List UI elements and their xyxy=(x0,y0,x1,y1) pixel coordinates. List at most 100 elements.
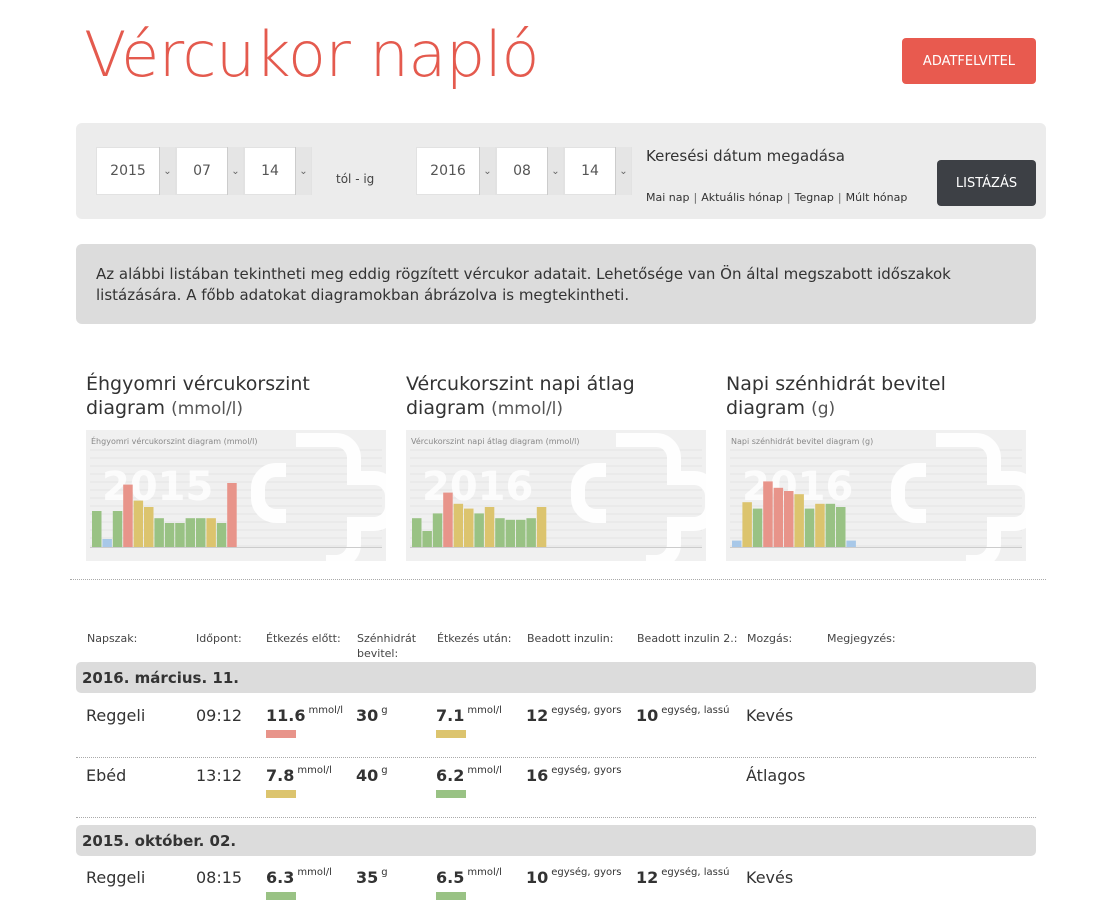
chart-bar xyxy=(526,518,536,547)
range-label: tól - ig xyxy=(336,172,375,186)
chart-bar xyxy=(732,540,742,547)
to-day-select[interactable]: 14 ⌄ xyxy=(564,147,632,195)
chart-bar xyxy=(196,518,206,547)
chart-bar xyxy=(154,518,164,547)
chart-title: Vércukorszint napi átlag diagram (mmol/l… xyxy=(406,373,635,419)
chevron-down-icon: ⌄ xyxy=(159,147,175,195)
chart-thumbnail[interactable]: 2016 Napi szénhidrát bevitel diagram (g) xyxy=(726,430,1026,561)
chart-bar xyxy=(92,511,102,547)
link-last-month[interactable]: Múlt hónap xyxy=(846,191,908,204)
chart-svg: 2016Napi szénhidrát bevitel diagram (g) xyxy=(730,433,1026,561)
from-day-value: 14 xyxy=(261,163,279,179)
list-button[interactable]: LISTÁZÁS xyxy=(937,160,1036,206)
link-today[interactable]: Mai nap xyxy=(646,191,689,204)
level-bar xyxy=(266,892,296,900)
cell-napszak: Ebéd xyxy=(86,766,127,785)
to-year-select[interactable]: 2016 ⌄ xyxy=(416,147,496,195)
to-month-select[interactable]: 08 ⌄ xyxy=(496,147,564,195)
from-year-value: 2015 xyxy=(110,163,146,179)
chart-bar xyxy=(516,519,526,547)
page-title: Vércukor napló xyxy=(84,18,539,91)
chart-bar xyxy=(133,500,144,547)
cell-movement: Átlagos xyxy=(746,766,806,785)
chart-bar xyxy=(484,507,495,547)
add-entry-button[interactable]: ADATFELVITEL xyxy=(902,38,1036,84)
chevron-down-icon: ⌄ xyxy=(295,147,311,195)
level-bar xyxy=(266,790,296,798)
chart-title: Éhgyomri vércukorszint diagram (mmol/l) xyxy=(86,373,310,419)
chart-bar xyxy=(216,523,227,547)
header-carb: Szénhidrát bevitel: xyxy=(357,632,417,660)
cell-before: 7.8 mmol/l xyxy=(266,765,332,785)
quick-links: Mai nap | Aktuális hónap | Tegnap | Múlt hónap xyxy=(646,191,908,204)
cell-napszak: Reggeli xyxy=(86,868,146,887)
date-group-header: 2016. március. 11. xyxy=(76,662,1036,693)
chart-title: Napi szénhidrát bevitel diagram (g) xyxy=(726,373,946,419)
chart-bar xyxy=(123,484,133,547)
chart-bar xyxy=(206,518,216,547)
chart-bar xyxy=(453,503,464,547)
cell-after: 7.1 mmol/l xyxy=(436,705,502,725)
cell-insulin: 12 egység, gyors xyxy=(526,705,622,725)
from-day-select[interactable]: 14 ⌄ xyxy=(244,147,312,195)
from-year-select[interactable]: 2015 ⌄ xyxy=(96,147,176,195)
header-insulin-2: Beadott inzulin 2.: xyxy=(637,632,738,645)
chart-bar xyxy=(164,523,175,547)
date-group-header: 2015. október. 02. xyxy=(76,825,1036,856)
header-napszak: Napszak: xyxy=(87,632,138,645)
chart-bar xyxy=(144,507,154,547)
chart-carb-intake: Napi szénhidrát bevitel diagram (g) 2016… xyxy=(726,372,1026,561)
chevron-down-icon: ⌄ xyxy=(479,147,495,195)
header-movement: Mozgás: xyxy=(747,632,793,645)
link-current-month[interactable]: Aktuális hónap xyxy=(701,191,783,204)
chart-fasting: Éhgyomri vércukorszint diagram (mmol/l) … xyxy=(86,372,386,561)
chevron-down-icon: ⌄ xyxy=(547,147,563,195)
chart-bar xyxy=(412,518,422,547)
chart-bar xyxy=(464,508,474,547)
to-year-value: 2016 xyxy=(430,163,466,179)
chart-svg: 2016 Vércukorszint napi átlag diagram (mm… xyxy=(410,433,706,561)
chart-bar xyxy=(505,519,516,547)
chart-daily-average: Vércukorszint napi átlag diagram (mmol/l… xyxy=(406,372,706,561)
cell-movement: Kevés xyxy=(746,868,794,887)
level-bar xyxy=(436,730,466,738)
chart-bar xyxy=(836,507,846,547)
link-yesterday[interactable]: Tegnap xyxy=(795,191,834,204)
cell-carb: 30 g xyxy=(356,705,388,725)
info-box: Az alábbi listában tekintheti meg eddig … xyxy=(76,244,1036,324)
chart-bar xyxy=(175,523,185,547)
header-time: Időpont: xyxy=(196,632,242,645)
cell-before: 6.3 mmol/l xyxy=(266,867,332,887)
header-note: Megjegyzés: xyxy=(827,632,896,645)
chart-bar xyxy=(536,507,547,547)
level-bar xyxy=(266,730,296,738)
from-month-select[interactable]: 07 ⌄ xyxy=(176,147,244,195)
chart-inner-title: Napi szénhidrát bevitel diagram (g) xyxy=(731,436,873,446)
chart-thumbnail[interactable]: 2015 Éhgyomri vércukorszint diagram (mmol… xyxy=(86,430,386,561)
watermark-year: 2015 xyxy=(102,464,213,510)
search-date-label: Keresési dátum megadása xyxy=(646,147,845,165)
chart-bar xyxy=(815,503,825,547)
chart-bar xyxy=(443,492,453,547)
cell-carb: 40 g xyxy=(356,765,388,785)
search-panel: 2015 ⌄ 07 ⌄ 14 ⌄ tól - ig 2016 ⌄ 08 ⌄ 14… xyxy=(76,123,1046,219)
level-bar xyxy=(436,790,466,798)
cell-after: 6.5 mmol/l xyxy=(436,867,502,887)
header-before-meal: Étkezés előtt: xyxy=(266,632,341,645)
chart-bar xyxy=(752,508,763,547)
chart-inner-title: Vércukorszint napi átlag diagram (mmol/l… xyxy=(411,436,580,446)
from-month-value: 07 xyxy=(193,163,211,179)
to-month-value: 08 xyxy=(513,163,531,179)
cell-insulin: 10 egység, gyors xyxy=(526,867,622,887)
chart-thumbnail[interactable]: 2016 Vércukorszint napi átlag diagram (mm… xyxy=(406,430,706,561)
header-insulin: Beadott inzulin: xyxy=(527,632,614,645)
row-divider xyxy=(76,757,1036,758)
chart-bar xyxy=(784,491,794,547)
chart-bar xyxy=(763,481,773,547)
chart-bar xyxy=(825,503,836,547)
chart-bar xyxy=(773,487,784,547)
chart-inner-title: Éhgyomri vércukorszint diagram (mmol/l) xyxy=(91,435,257,446)
chart-bar xyxy=(495,518,505,547)
chart-bar xyxy=(846,540,856,547)
cell-time: 13:12 xyxy=(196,766,243,785)
